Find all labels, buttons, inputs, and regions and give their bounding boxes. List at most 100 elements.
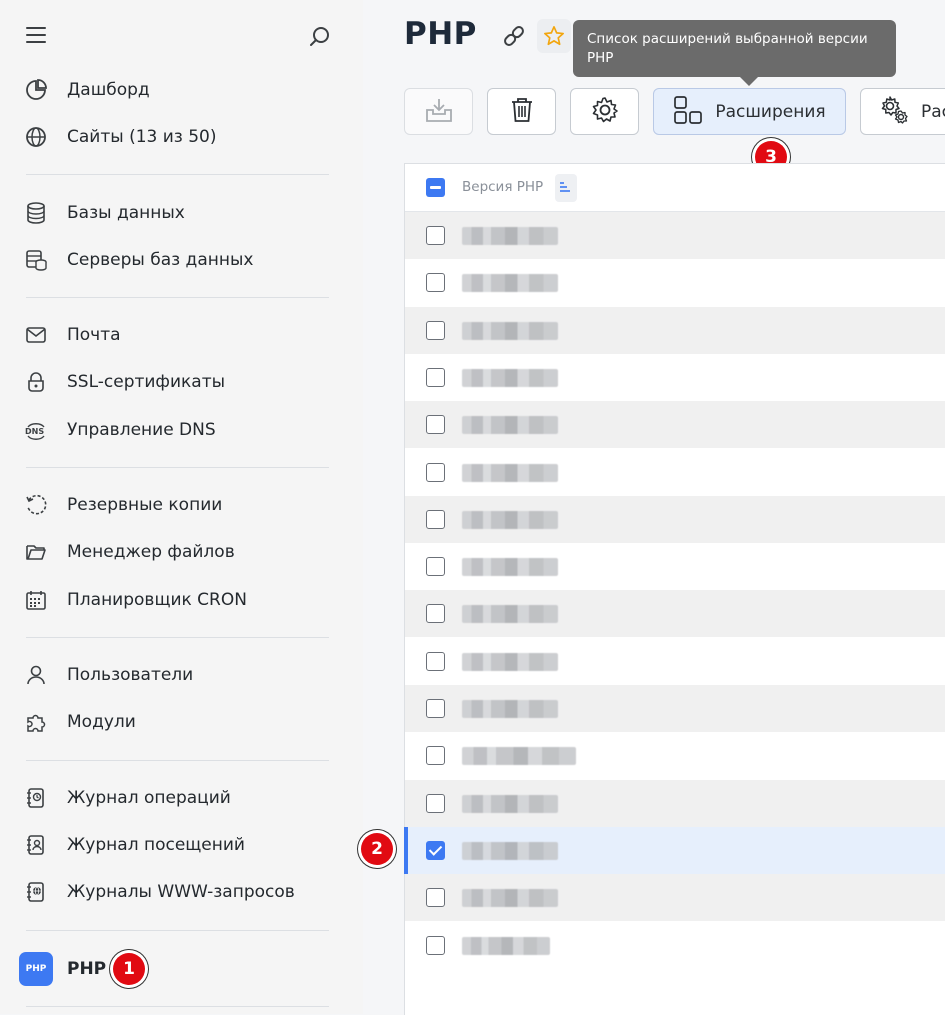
page-title: PHP: [404, 16, 477, 52]
sidebar-item-dashboard[interactable]: Дашборд: [0, 70, 363, 110]
settings-button[interactable]: [570, 88, 639, 135]
folder-icon: [24, 540, 48, 564]
gear-icon: [591, 96, 619, 128]
table-row[interactable]: [405, 212, 945, 259]
backup-icon: [24, 493, 48, 517]
row-checkbox[interactable]: [426, 793, 445, 813]
table-row[interactable]: [405, 543, 945, 590]
redacted-version-cell: [462, 700, 558, 718]
table-row[interactable]: [405, 354, 945, 401]
divider: [26, 1006, 329, 1007]
lock-icon: [24, 370, 48, 394]
sidebar-item-label: Сайты (13 из 50): [67, 127, 217, 147]
row-checkbox[interactable]: [426, 462, 445, 482]
redacted-version-cell: [462, 841, 558, 860]
select-all-checkbox[interactable]: [426, 178, 445, 197]
row-checkbox[interactable]: [426, 367, 445, 387]
sidebar-item-label: Управление DNS: [67, 420, 216, 440]
sidebar-item-db-servers[interactable]: Серверы баз данных: [0, 240, 363, 280]
globe-icon: [24, 125, 48, 149]
star-icon[interactable]: [537, 19, 571, 53]
table-row[interactable]: [405, 401, 945, 449]
sidebar-item-label: PHP: [67, 959, 107, 979]
row-checkbox[interactable]: [426, 415, 445, 435]
table-row[interactable]: [405, 732, 945, 779]
table-row[interactable]: [405, 495, 945, 543]
menu-icon[interactable]: [26, 27, 46, 43]
download-button[interactable]: [404, 88, 473, 135]
redacted-version-cell: [462, 416, 558, 435]
extensions-icon: [673, 95, 703, 129]
table-row[interactable]: [405, 922, 945, 969]
mail-icon: [24, 323, 48, 347]
redacted-version-cell: [462, 936, 550, 955]
extensions-button[interactable]: Расширения: [653, 88, 846, 135]
sidebar-item-dns[interactable]: DNS Управление DNS: [0, 410, 363, 450]
sidebar-item-modules[interactable]: Модули: [0, 702, 363, 742]
row-checkbox[interactable]: [426, 651, 445, 671]
sidebar-item-operations-log[interactable]: Журнал операций: [0, 778, 363, 818]
table-row[interactable]: [405, 590, 945, 638]
sidebar-item-cron[interactable]: Планировщик CRON: [0, 580, 363, 620]
redacted-version-cell: [462, 652, 558, 671]
table-row[interactable]: [405, 449, 945, 496]
table-row[interactable]: [405, 779, 945, 827]
row-checkbox[interactable]: [426, 509, 445, 529]
row-checkbox[interactable]: [426, 604, 445, 624]
link-icon[interactable]: [500, 22, 528, 50]
sidebar-item-ssl[interactable]: SSL-сертификаты: [0, 362, 363, 402]
step-badge-2: 2: [361, 833, 393, 865]
sidebar-item-file-manager[interactable]: Менеджер файлов: [0, 532, 363, 572]
column-header-php-version[interactable]: Версия PHP: [462, 179, 543, 195]
step-badge-1: 1: [113, 953, 145, 985]
redacted-version-cell: [462, 605, 558, 624]
sidebar-item-sites[interactable]: Сайты (13 из 50): [0, 117, 363, 157]
row-checkbox[interactable]: [426, 840, 445, 860]
row-checkbox[interactable]: [426, 888, 445, 908]
sidebar-item-label: Менеджер файлов: [67, 542, 235, 562]
sidebar-item-backups[interactable]: Резервные копии: [0, 485, 363, 525]
table-row[interactable]: [405, 259, 945, 306]
puzzle-icon: [24, 710, 48, 734]
row-checkbox[interactable]: [426, 226, 445, 245]
row-checkbox[interactable]: [426, 935, 445, 955]
pie-chart-icon: [24, 78, 48, 102]
table-row[interactable]: [405, 638, 945, 685]
extension-settings-button[interactable]: Рас: [860, 88, 945, 135]
divider: [26, 174, 329, 175]
sidebar-item-label: Пользователи: [67, 665, 194, 685]
redacted-version-cell: [462, 274, 558, 293]
sidebar-item-users[interactable]: Пользователи: [0, 655, 363, 695]
row-checkbox[interactable]: [426, 320, 445, 340]
calendar-icon: [24, 588, 48, 612]
sidebar-item-www-logs[interactable]: Журналы WWW-запросов: [0, 872, 363, 912]
sort-icon[interactable]: [555, 174, 577, 202]
redacted-version-cell: [462, 889, 558, 908]
dns-icon: DNS: [24, 418, 48, 442]
row-checkbox[interactable]: [426, 557, 445, 577]
sidebar-item-label: Резервные копии: [67, 495, 223, 515]
sidebar-item-label: SSL-сертификаты: [67, 372, 226, 392]
table-row[interactable]: [405, 685, 945, 732]
sidebar-item-databases[interactable]: Базы данных: [0, 193, 363, 233]
delete-button[interactable]: [487, 88, 556, 135]
svg-text:DNS: DNS: [25, 427, 44, 436]
sidebar-item-mail[interactable]: Почта: [0, 315, 363, 355]
redacted-version-cell: [462, 747, 576, 766]
redacted-version-cell: [462, 510, 558, 529]
redacted-version-cell: [462, 558, 558, 577]
table-header: Версия PHP: [405, 164, 945, 212]
table-row[interactable]: [405, 306, 945, 354]
table-row[interactable]: [405, 874, 945, 922]
row-checkbox[interactable]: [426, 699, 445, 718]
redacted-version-cell: [462, 368, 558, 387]
row-checkbox[interactable]: [426, 273, 445, 293]
search-icon[interactable]: [308, 25, 332, 49]
sidebar-item-label: Планировщик CRON: [67, 590, 247, 610]
database-server-icon: [24, 248, 48, 272]
sidebar-item-php[interactable]: PHP PHP: [0, 949, 363, 989]
table-row[interactable]: [404, 826, 945, 874]
www-log-icon: [24, 880, 48, 904]
sidebar-item-visits-log[interactable]: Журнал посещений: [0, 825, 363, 865]
row-checkbox[interactable]: [426, 746, 445, 766]
